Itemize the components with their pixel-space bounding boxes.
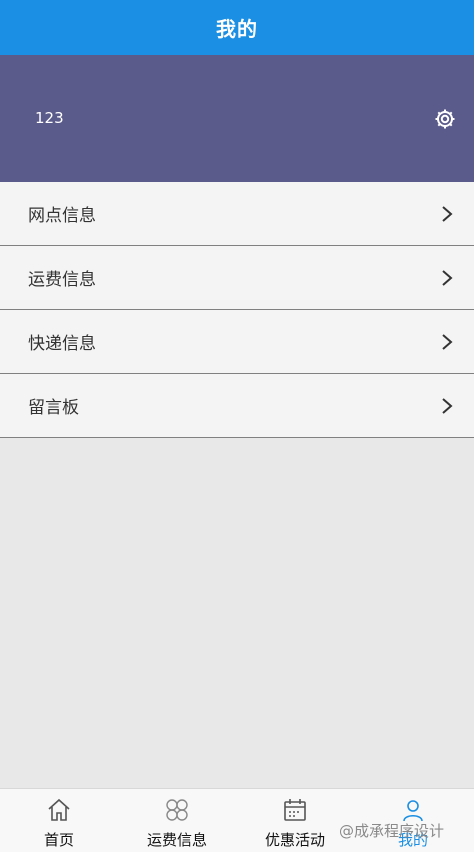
watermark-text: @成承程序设计 (338, 822, 444, 840)
menu-list: 网点信息 运费信息 快递信息 留言板 (0, 182, 474, 438)
grid-icon (166, 799, 188, 821)
profile-panel: 123 (0, 55, 474, 182)
menu-item-label: 网点信息 (28, 206, 96, 226)
menu-item-label: 留言板 (28, 398, 79, 418)
chevron-right-icon (442, 206, 453, 222)
menu-item-outlet-info[interactable]: 网点信息 (0, 182, 474, 246)
menu-item-message-board[interactable]: 留言板 (0, 374, 474, 438)
tab-label: 首页 (43, 831, 74, 849)
app-root: 我的 123 网点信息 运费信息 快递信息 留言板 首页 运费信息 优惠活动 我… (0, 0, 474, 852)
tab-shipping-fee[interactable]: 运费信息 (118, 789, 236, 852)
settings-button[interactable] (433, 107, 457, 131)
gear-icon (435, 109, 455, 129)
tab-label: 运费信息 (146, 831, 207, 849)
menu-item-label: 运费信息 (28, 270, 96, 290)
chevron-right-icon (442, 270, 453, 286)
calendar-icon (284, 799, 306, 821)
username: 123 (35, 109, 64, 127)
tab-label: 优惠活动 (264, 831, 325, 849)
tab-home[interactable]: 首页 (0, 789, 118, 852)
menu-item-express-info[interactable]: 快递信息 (0, 310, 474, 374)
chevron-right-icon (442, 398, 453, 414)
tab-promotions[interactable]: 优惠活动 (236, 789, 354, 852)
chevron-right-icon (442, 334, 453, 350)
page-title: 我的 (216, 17, 258, 41)
header-bar: 我的 (0, 0, 474, 55)
home-icon (48, 798, 70, 821)
menu-item-shipping-fee-info[interactable]: 运费信息 (0, 246, 474, 310)
menu-item-label: 快递信息 (28, 334, 96, 354)
